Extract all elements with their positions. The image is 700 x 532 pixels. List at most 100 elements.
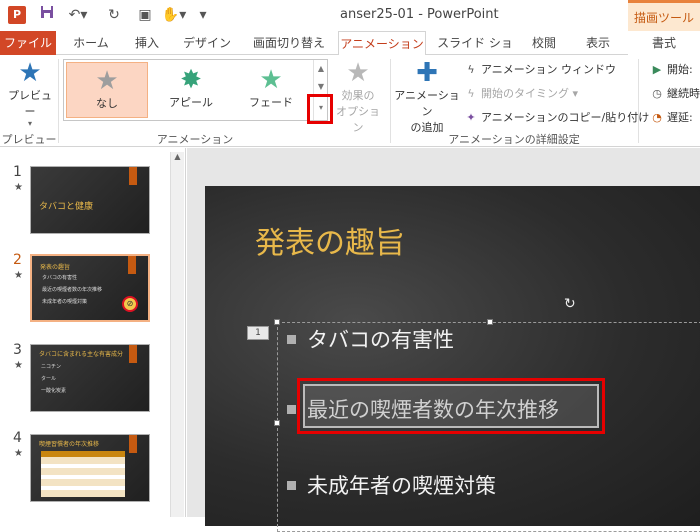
- fade-star-icon: ★: [259, 65, 283, 95]
- start-option[interactable]: ▶ 開始:: [650, 61, 693, 77]
- slide-canvas[interactable]: 発表の趣旨 ↻ 1 タバコの有害性 最近の喫煙者数の年次推移 未成年者の喫煙対策: [205, 186, 700, 532]
- animation-painter-icon: ✦: [466, 111, 476, 124]
- effect-options-star-icon: ★: [346, 58, 370, 88]
- add-animation-line1: アニメーション: [394, 89, 460, 118]
- thumb-title: 発表の趣旨: [40, 264, 71, 271]
- effect-options-button[interactable]: ★ 効果の オプション: [332, 59, 384, 135]
- table-preview: [41, 451, 125, 497]
- gallery-item-appear[interactable]: ✸ アピール: [150, 62, 232, 118]
- gallery-item-none[interactable]: ★ なし: [66, 62, 148, 118]
- ribbon-tabs: ファイル ホーム 挿入 デザイン 画面切り替え アニメーション スライド ショー…: [0, 31, 700, 74]
- animation-pane-label: アニメーション ウィンドウ: [481, 63, 617, 76]
- slide-thumbnail-2[interactable]: 発表の趣旨 タバコの有害性 最近の喫煙者数の年次推移 未成年者の喫煙対策 ⊘: [30, 254, 150, 322]
- gallery-item-fade[interactable]: ★ フェード: [230, 62, 312, 118]
- tab-review[interactable]: 校閲: [524, 31, 564, 55]
- animation-order-tag[interactable]: 1: [247, 326, 269, 340]
- window-title: anser25-01 - PowerPoint: [340, 7, 499, 22]
- delay-option[interactable]: ◔ 遅延:: [650, 109, 693, 125]
- start-label: 開始:: [667, 63, 693, 76]
- thumb-title: 喫煙習慣者の年次推移: [39, 441, 100, 448]
- thumb-title: タバコと健康: [39, 202, 94, 212]
- gallery-item-label: アピール: [169, 96, 213, 109]
- thumb-accent: [128, 256, 136, 274]
- animation-star-icon: ★: [14, 360, 23, 371]
- delay-clock-icon: ◔: [652, 111, 662, 124]
- slide-title[interactable]: 発表の趣旨: [255, 218, 405, 262]
- animation-star-icon: ★: [14, 270, 23, 281]
- slide-thumbnail-3[interactable]: タバコに含まれる主な有害成分 ニコチン タール 一酸化炭素: [30, 344, 150, 412]
- group-divider: [638, 59, 639, 143]
- chevron-down-icon: ▾: [27, 119, 32, 128]
- tab-design[interactable]: デザイン: [176, 31, 238, 55]
- group-divider: [390, 59, 391, 143]
- tab-insert[interactable]: 挿入: [126, 31, 168, 55]
- bullet-mark: [287, 335, 296, 344]
- resize-handle[interactable]: [487, 319, 493, 325]
- thumb-line: ニコチン: [41, 364, 62, 370]
- play-icon: ▶: [652, 63, 662, 76]
- trigger-button[interactable]: ϟ 開始のタイミング ▾: [464, 85, 578, 101]
- tab-slideshow[interactable]: スライド ショー: [432, 31, 518, 74]
- slide-editing-area: 発表の趣旨 ↻ 1 タバコの有害性 最近の喫煙者数の年次推移 未成年者の喫煙対策: [187, 148, 700, 532]
- preview-button[interactable]: ★ プレビュー ▾: [4, 59, 56, 128]
- advanced-group-label: アニメーションの詳細設定: [448, 133, 580, 146]
- thumb-line: タバコの有害性: [42, 275, 78, 281]
- highlight-bullet-box: [297, 378, 605, 434]
- no-smoking-icon: ⊘: [122, 296, 138, 312]
- tab-animations[interactable]: アニメーション: [338, 31, 426, 56]
- thumb-line: タール: [41, 376, 57, 382]
- scroll-up-icon[interactable]: ▲: [171, 152, 184, 161]
- tab-home[interactable]: ホーム: [66, 31, 116, 55]
- slide-thumbnail-4[interactable]: 喫煙習慣者の年次推移: [30, 434, 150, 502]
- title-bar: P ↶▾ ↻ ▣ ✋▾ ▾ anser25-01 - PowerPoint 描画…: [0, 0, 700, 31]
- redo-icon[interactable]: ↻: [104, 5, 124, 25]
- tab-transitions[interactable]: 画面切り替え: [246, 31, 332, 55]
- thumb-accent: [129, 345, 137, 363]
- animation-pane-icon: ϟ: [467, 63, 475, 76]
- none-star-icon: ★: [95, 66, 119, 96]
- thumb-line: 一酸化炭素: [41, 388, 67, 394]
- group-divider: [58, 59, 59, 143]
- scroll-up-icon[interactable]: ▲: [314, 60, 328, 78]
- animation-star-icon: ★: [14, 182, 23, 193]
- tab-format[interactable]: 書式: [628, 31, 700, 55]
- resize-handle[interactable]: [274, 420, 280, 426]
- thumb-line: 未成年者の喫煙対策: [42, 299, 88, 305]
- effect-options-line2: オプション: [336, 105, 380, 134]
- appear-star-icon: ✸: [180, 65, 202, 95]
- tab-file[interactable]: ファイル: [0, 31, 56, 55]
- effect-options-line1: 効果の: [341, 89, 375, 102]
- gallery-item-label: なし: [96, 97, 118, 110]
- preview-group-label: プレビュー: [1, 133, 57, 146]
- duration-option[interactable]: ◷ 継続時: [650, 85, 700, 101]
- animation-gallery: ★ なし ✸ アピール ★ フェード ▲ ▼ ▾: [63, 59, 328, 121]
- tab-view[interactable]: 表示: [578, 31, 618, 55]
- rotate-handle-icon[interactable]: ↻: [564, 296, 576, 312]
- undo-icon[interactable]: ↶▾: [64, 5, 92, 25]
- customize-qat-icon[interactable]: ▾: [196, 5, 210, 25]
- clock-icon: ◷: [652, 87, 662, 100]
- animation-painter-label: アニメーションのコピー/貼り付け: [481, 111, 650, 124]
- slide-thumbnail-1[interactable]: タバコと健康: [30, 166, 150, 234]
- gallery-item-label: フェード: [249, 96, 293, 109]
- bullet-text[interactable]: タバコの有害性: [307, 324, 454, 354]
- animation-pane-button[interactable]: ϟ アニメーション ウィンドウ: [464, 61, 616, 77]
- preview-label: プレビュー: [8, 89, 52, 118]
- save-icon[interactable]: [38, 5, 56, 25]
- animation-painter-button[interactable]: ✦ アニメーションのコピー/貼り付け: [464, 109, 649, 125]
- bullet-mark: [287, 405, 296, 414]
- bullet-mark: [287, 481, 296, 490]
- bullet-text[interactable]: 未成年者の喫煙対策: [307, 470, 496, 500]
- animation-star-icon: ★: [14, 448, 23, 459]
- present-icon[interactable]: ▣: [134, 5, 156, 25]
- powerpoint-app-icon: P: [8, 6, 26, 24]
- trigger-label: 開始のタイミング: [481, 87, 569, 100]
- ribbon-animations: ★ プレビュー ▾ プレビュー ★ なし ✸ アピール ★ フェード ▲ ▼ ▾…: [0, 55, 700, 147]
- resize-handle[interactable]: [274, 319, 280, 325]
- slide-number: 1: [13, 164, 22, 180]
- thumbnail-scrollbar[interactable]: ▲: [170, 152, 184, 517]
- duration-label: 継続時: [667, 87, 700, 100]
- preview-star-icon: ★: [18, 58, 42, 88]
- touch-mode-icon[interactable]: ✋▾: [160, 5, 188, 25]
- add-animation-button[interactable]: ✚ アニメーション の追加: [394, 59, 460, 135]
